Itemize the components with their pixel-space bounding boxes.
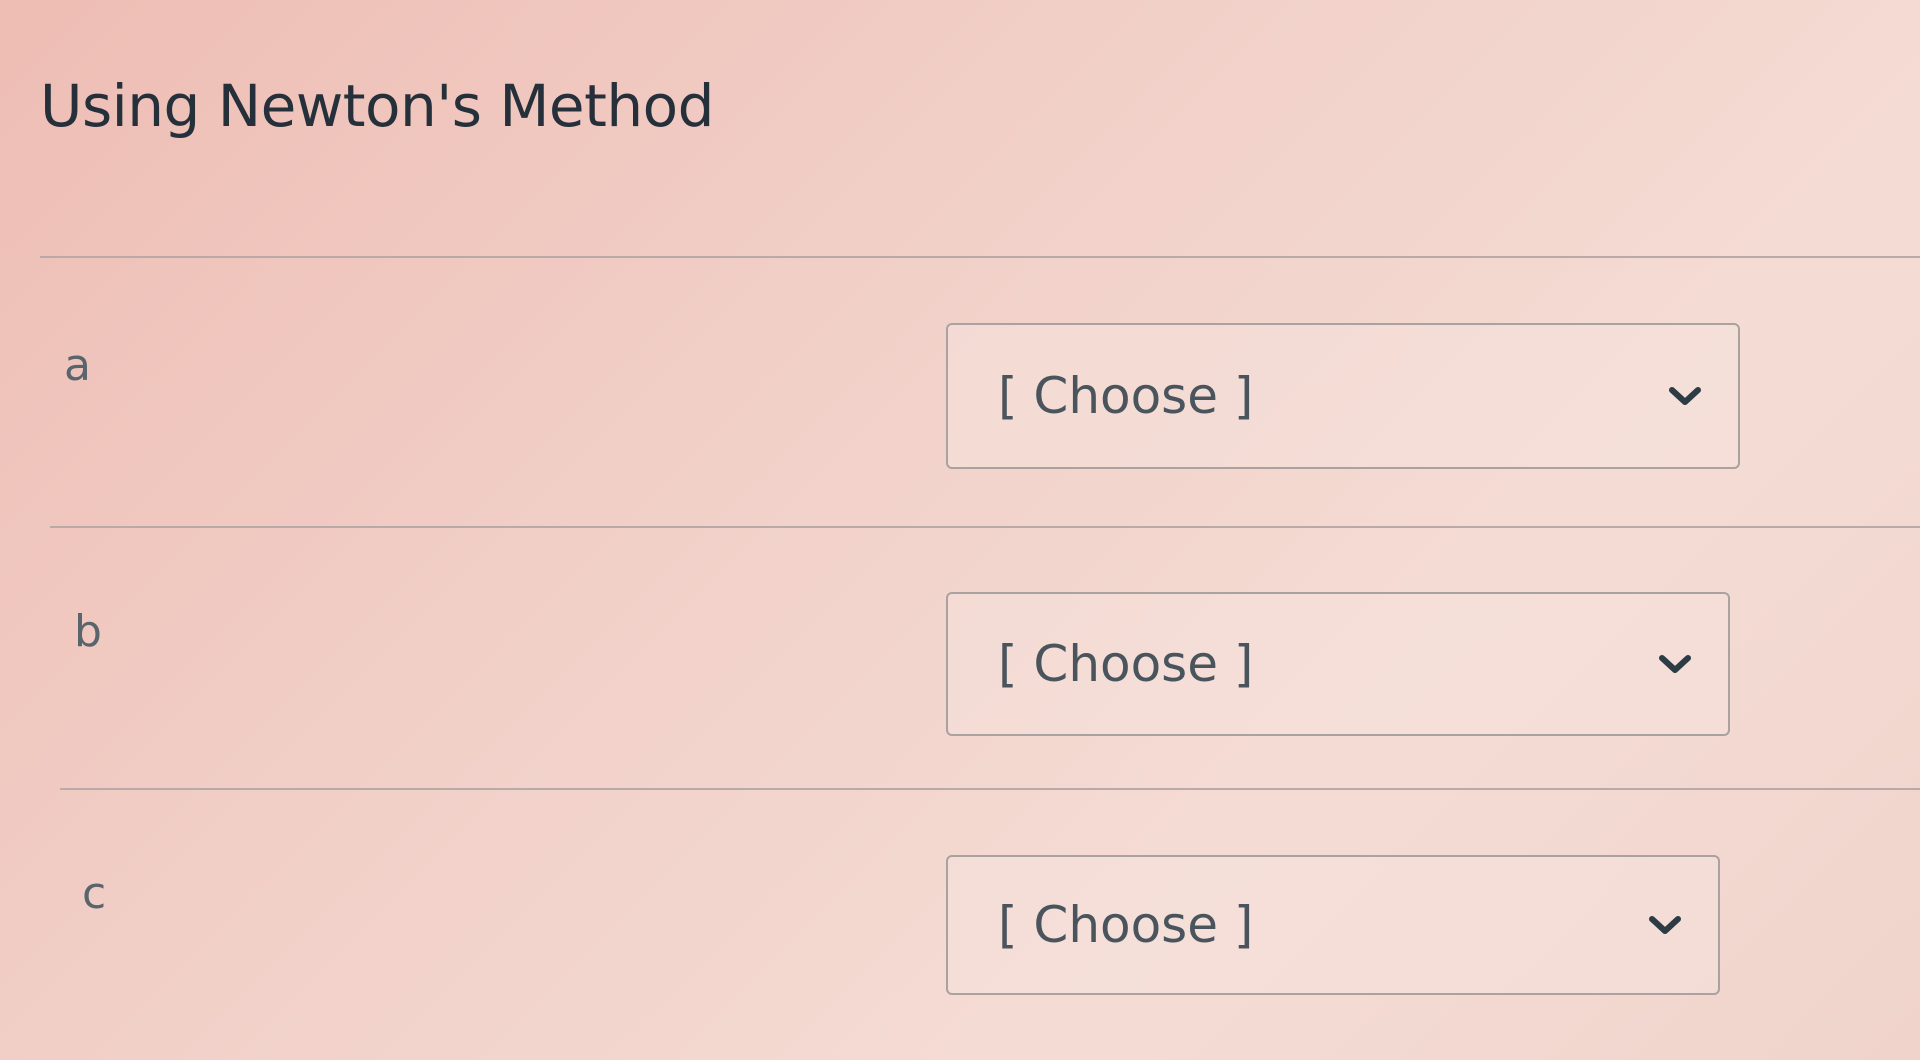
dropdown-b-value: [ Choose ] — [998, 635, 1254, 693]
row-label-c: c — [82, 868, 107, 919]
dropdown-c-value: [ Choose ] — [998, 896, 1254, 954]
question-container: Using Newton's Method a [ Choose ] b [ C… — [0, 0, 1920, 1060]
divider — [40, 256, 1920, 258]
row-label-b: b — [74, 606, 102, 657]
dropdown-c[interactable]: [ Choose ] — [946, 855, 1720, 995]
dropdown-b[interactable]: [ Choose ] — [946, 592, 1730, 736]
dropdown-a[interactable]: [ Choose ] — [946, 323, 1740, 469]
row-label-a: a — [64, 340, 91, 391]
divider — [50, 526, 1920, 528]
dropdown-a-value: [ Choose ] — [998, 367, 1254, 425]
chevron-down-icon — [1648, 914, 1682, 936]
page-title: Using Newton's Method — [40, 72, 714, 140]
divider — [60, 788, 1920, 790]
chevron-down-icon — [1658, 653, 1692, 675]
chevron-down-icon — [1668, 385, 1702, 407]
